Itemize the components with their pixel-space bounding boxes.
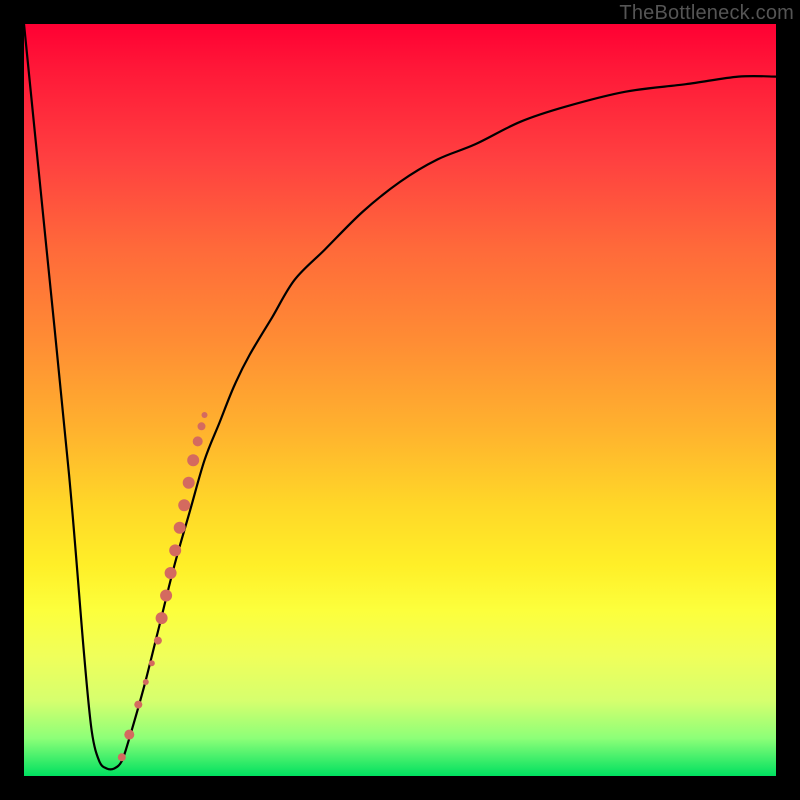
data-point [174, 522, 186, 534]
data-point [198, 422, 206, 430]
data-point [183, 477, 195, 489]
data-point [118, 753, 126, 761]
data-point [169, 544, 181, 556]
chart-frame: TheBottleneck.com [0, 0, 800, 800]
bottleneck-curve [24, 24, 776, 769]
plot-area [24, 24, 776, 776]
data-point [134, 701, 142, 709]
data-point [154, 637, 162, 645]
data-point [156, 612, 168, 624]
chart-svg [24, 24, 776, 776]
data-point [193, 436, 203, 446]
data-point [143, 679, 149, 685]
data-point [165, 567, 177, 579]
data-point [178, 499, 190, 511]
data-point [160, 590, 172, 602]
data-point [149, 660, 155, 666]
marker-cluster [118, 412, 208, 761]
data-point [187, 454, 199, 466]
data-point [202, 412, 208, 418]
data-point [124, 730, 134, 740]
watermark-label: TheBottleneck.com [619, 2, 794, 25]
